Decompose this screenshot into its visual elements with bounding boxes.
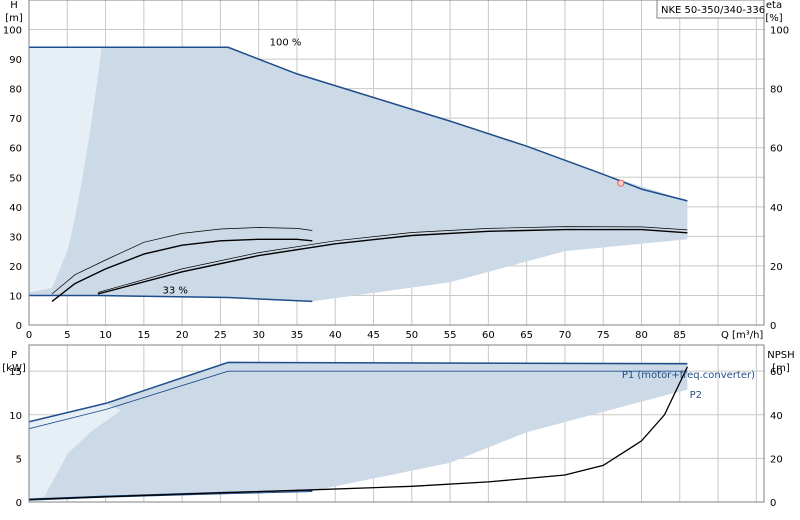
head-panel: 0 5 10 15 20 25 30 35 40 45 50 55 60 65 70 75 80 85 0 10 20… [3,0,789,341]
head-tick-label: 100 [3,26,22,37]
npsh-axis-unit: [m] [772,363,790,374]
legend-p2: P2 [690,390,702,401]
eta-axis-label: eta [766,0,782,11]
power-axis-unit: [kW] [2,363,26,374]
npsh-axis-label: NPSH [767,350,794,361]
speed-33-label: 33 % [162,286,187,297]
power-y-ticks: 051015 [9,367,22,509]
head-tick-label: 80 [9,85,22,96]
power-range-area [29,362,688,501]
head-tick-label: 10 [9,291,22,302]
pump-performance-chart: 0 5 10 15 20 25 30 35 40 45 50 55 60 65 70 75 80 85 01020… [2,0,795,509]
eta-tick-label: 60 [770,144,783,155]
eta-y-ticks: 0 20 40 60 80 100 [770,26,789,332]
head-axis-label: H [10,0,18,11]
flow-tick-label: 35 [291,330,304,341]
flow-tick-label: 60 [482,330,495,341]
flow-tick-label: 70 [559,330,572,341]
head-tick-label: 70 [9,114,22,125]
flow-tick-label: 0 [26,330,32,341]
flow-tick-label: 15 [137,330,150,341]
power-tick-label: 10 [9,411,22,422]
head-tick-label: 90 [9,55,22,66]
npsh-y-ticks: 0204060 [770,367,783,509]
head-tick-label: 40 [9,203,22,214]
head-tick-label: 60 [9,144,22,155]
flow-tick-label: 5 [64,330,70,341]
eta-tick-label: 40 [770,203,783,214]
legend-p1: P1 (motor+freq.converter) [622,370,755,381]
head-axis-unit: [m] [5,13,23,24]
head-tick-label: 20 [9,262,22,273]
npsh-tick-label: 40 [770,411,783,422]
flow-tick-label: 80 [635,330,648,341]
power-series [29,361,688,501]
flow-axis-label: Q [m³/h] [721,330,763,341]
head-tick-label: 30 [9,232,22,243]
eta-tick-label: 20 [770,262,783,273]
power-tick-label: 0 [16,498,22,509]
flow-tick-label: 20 [176,330,189,341]
eta-tick-label: 80 [770,85,783,96]
head-tick-label: 50 [9,173,22,184]
flow-tick-label: 65 [520,330,533,341]
eta-axis-unit: [%] [765,13,782,24]
power-axis-label: P [11,350,17,361]
flow-tick-label: 45 [367,330,380,341]
flow-tick-label: 30 [252,330,265,341]
flow-tick-label: 50 [405,330,418,341]
power-tick-label: 5 [16,454,22,465]
head-series [29,46,688,303]
duty-point-marker [617,179,625,187]
flow-tick-label: 10 [99,330,112,341]
head-y-ticks: 0 10 20 30 40 50 60 70 80 90 100 [3,26,22,332]
model-label: NKE 50-350/340-336 [661,5,765,16]
flow-tick-label: 40 [329,330,342,341]
speed-100-label: 100 % [270,37,302,48]
flow-tick-label: 85 [673,330,686,341]
eta-tick-label: 0 [770,321,776,332]
npsh-tick-label: 20 [770,454,783,465]
flow-tick-label: 75 [597,330,610,341]
npsh-tick-label: 0 [770,498,776,509]
head-x-ticks: 0 5 10 15 20 25 30 35 40 45 50 55 60 65 70 75 80 85 [26,330,686,341]
eta-tick-label: 100 [770,26,789,37]
operating-range-area [29,47,688,302]
flow-tick-label: 55 [444,330,457,341]
power-panel: 051015 0204060 P [kW] NPSH [m] P1 (motor… [2,344,795,509]
flow-tick-label: 25 [214,330,227,341]
head-tick-label: 0 [16,321,22,332]
